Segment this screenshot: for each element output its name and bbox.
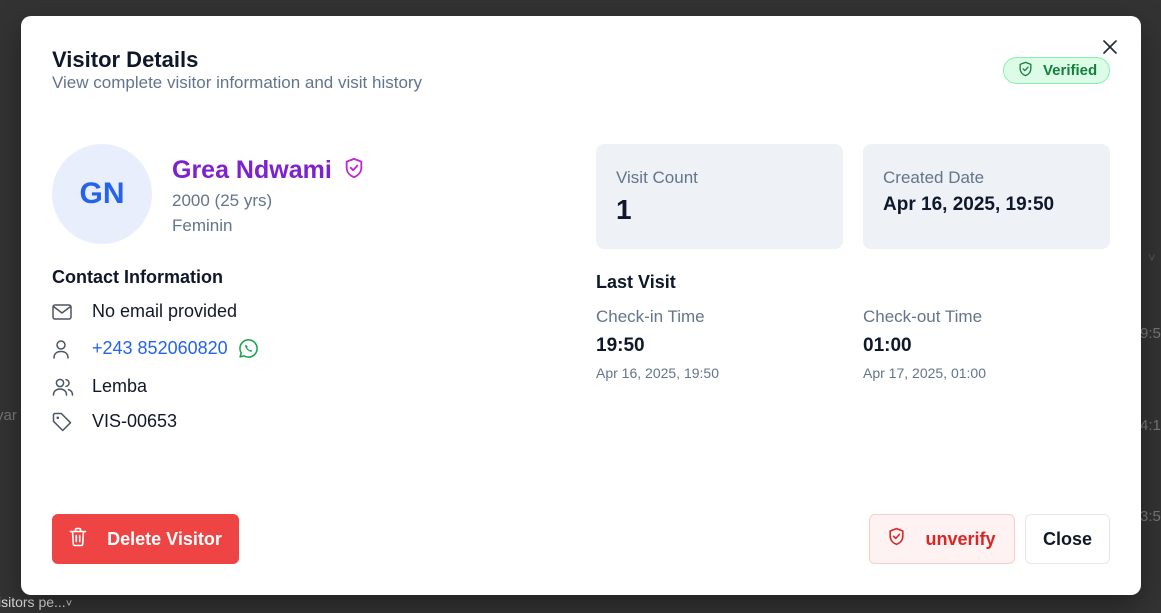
avatar: GN [52,144,152,244]
background-fragment: 4:1 [1140,417,1161,434]
phone-link[interactable]: +243 852060820 [92,338,228,359]
created-date-card: Created Date Apr 16, 2025, 19:50 [863,144,1110,249]
contact-email-row: No email provided [52,301,237,322]
created-date-label: Created Date [883,168,985,187]
unverify-button[interactable]: unverify [869,514,1015,564]
check-out-date: Apr 17, 2025, 01:00 [863,365,986,381]
check-in-label: Check-in Time [596,307,705,326]
tag-icon [52,412,92,432]
mail-icon [52,303,92,320]
modal-title: Visitor Details [52,47,199,72]
visitor-gender: Feminin [172,216,233,235]
contact-information-title: Contact Information [52,267,223,287]
contact-email: No email provided [92,301,238,321]
check-in-column: Check-in Time 19:50 Apr 16, 2025, 19:50 [596,307,719,381]
close-button[interactable]: Close [1025,514,1110,564]
visitor-details-modal: Visitor Details View complete visitor in… [21,16,1141,595]
background-footer: isitors pe...˅ [0,594,72,610]
visit-count-value: 1 [616,194,632,225]
users-icon [52,377,92,397]
trash-icon [69,527,87,552]
contact-phone-row: +243 852060820 [52,338,259,359]
check-out-column: Check-out Time 01:00 Apr 17, 2025, 01:00 [863,307,986,381]
unverify-label: unverify [925,528,996,549]
background-footer-chevron: ˅ [65,598,73,610]
visit-count-card: Visit Count 1 [596,144,843,249]
background-fragment: 9:5 [1140,325,1161,342]
background-chevron: ˅ [1148,250,1156,265]
last-visit-title: Last Visit [596,272,676,292]
contact-location-row: Lemba [52,376,147,397]
close-icon[interactable] [1101,38,1119,56]
delete-visitor-label: Delete Visitor [107,528,222,549]
check-out-time: 01:00 [863,335,912,356]
background-fragment: 3:5 [1140,508,1161,525]
verified-shield-icon [344,157,364,184]
visitor-name-row: Grea Ndwami [172,156,364,185]
visit-count-label: Visit Count [616,168,698,187]
background-footer-text: isitors pe... [0,594,66,610]
check-in-time: 19:50 [596,335,645,356]
check-in-date: Apr 16, 2025, 19:50 [596,365,719,381]
background-fragment: yar [0,407,17,424]
shield-check-icon [1018,61,1033,81]
visitor-id: VIS-00653 [92,411,178,431]
check-out-label: Check-out Time [863,307,983,326]
verified-label: Verified [1043,62,1098,79]
whatsapp-icon[interactable] [238,338,259,359]
delete-visitor-button[interactable]: Delete Visitor [52,514,239,564]
visitor-name: Grea Ndwami [172,156,332,184]
contact-location: Lemba [92,376,148,396]
created-date-value: Apr 16, 2025, 19:50 [883,194,1055,215]
contact-id-row: VIS-00653 [52,411,177,432]
visitor-birth: 2000 (25 yrs) [172,191,273,210]
user-icon [52,339,92,359]
shield-check-icon [888,527,905,551]
modal-subtitle: View complete visitor information and vi… [52,73,423,92]
verified-badge: Verified [1003,57,1111,84]
